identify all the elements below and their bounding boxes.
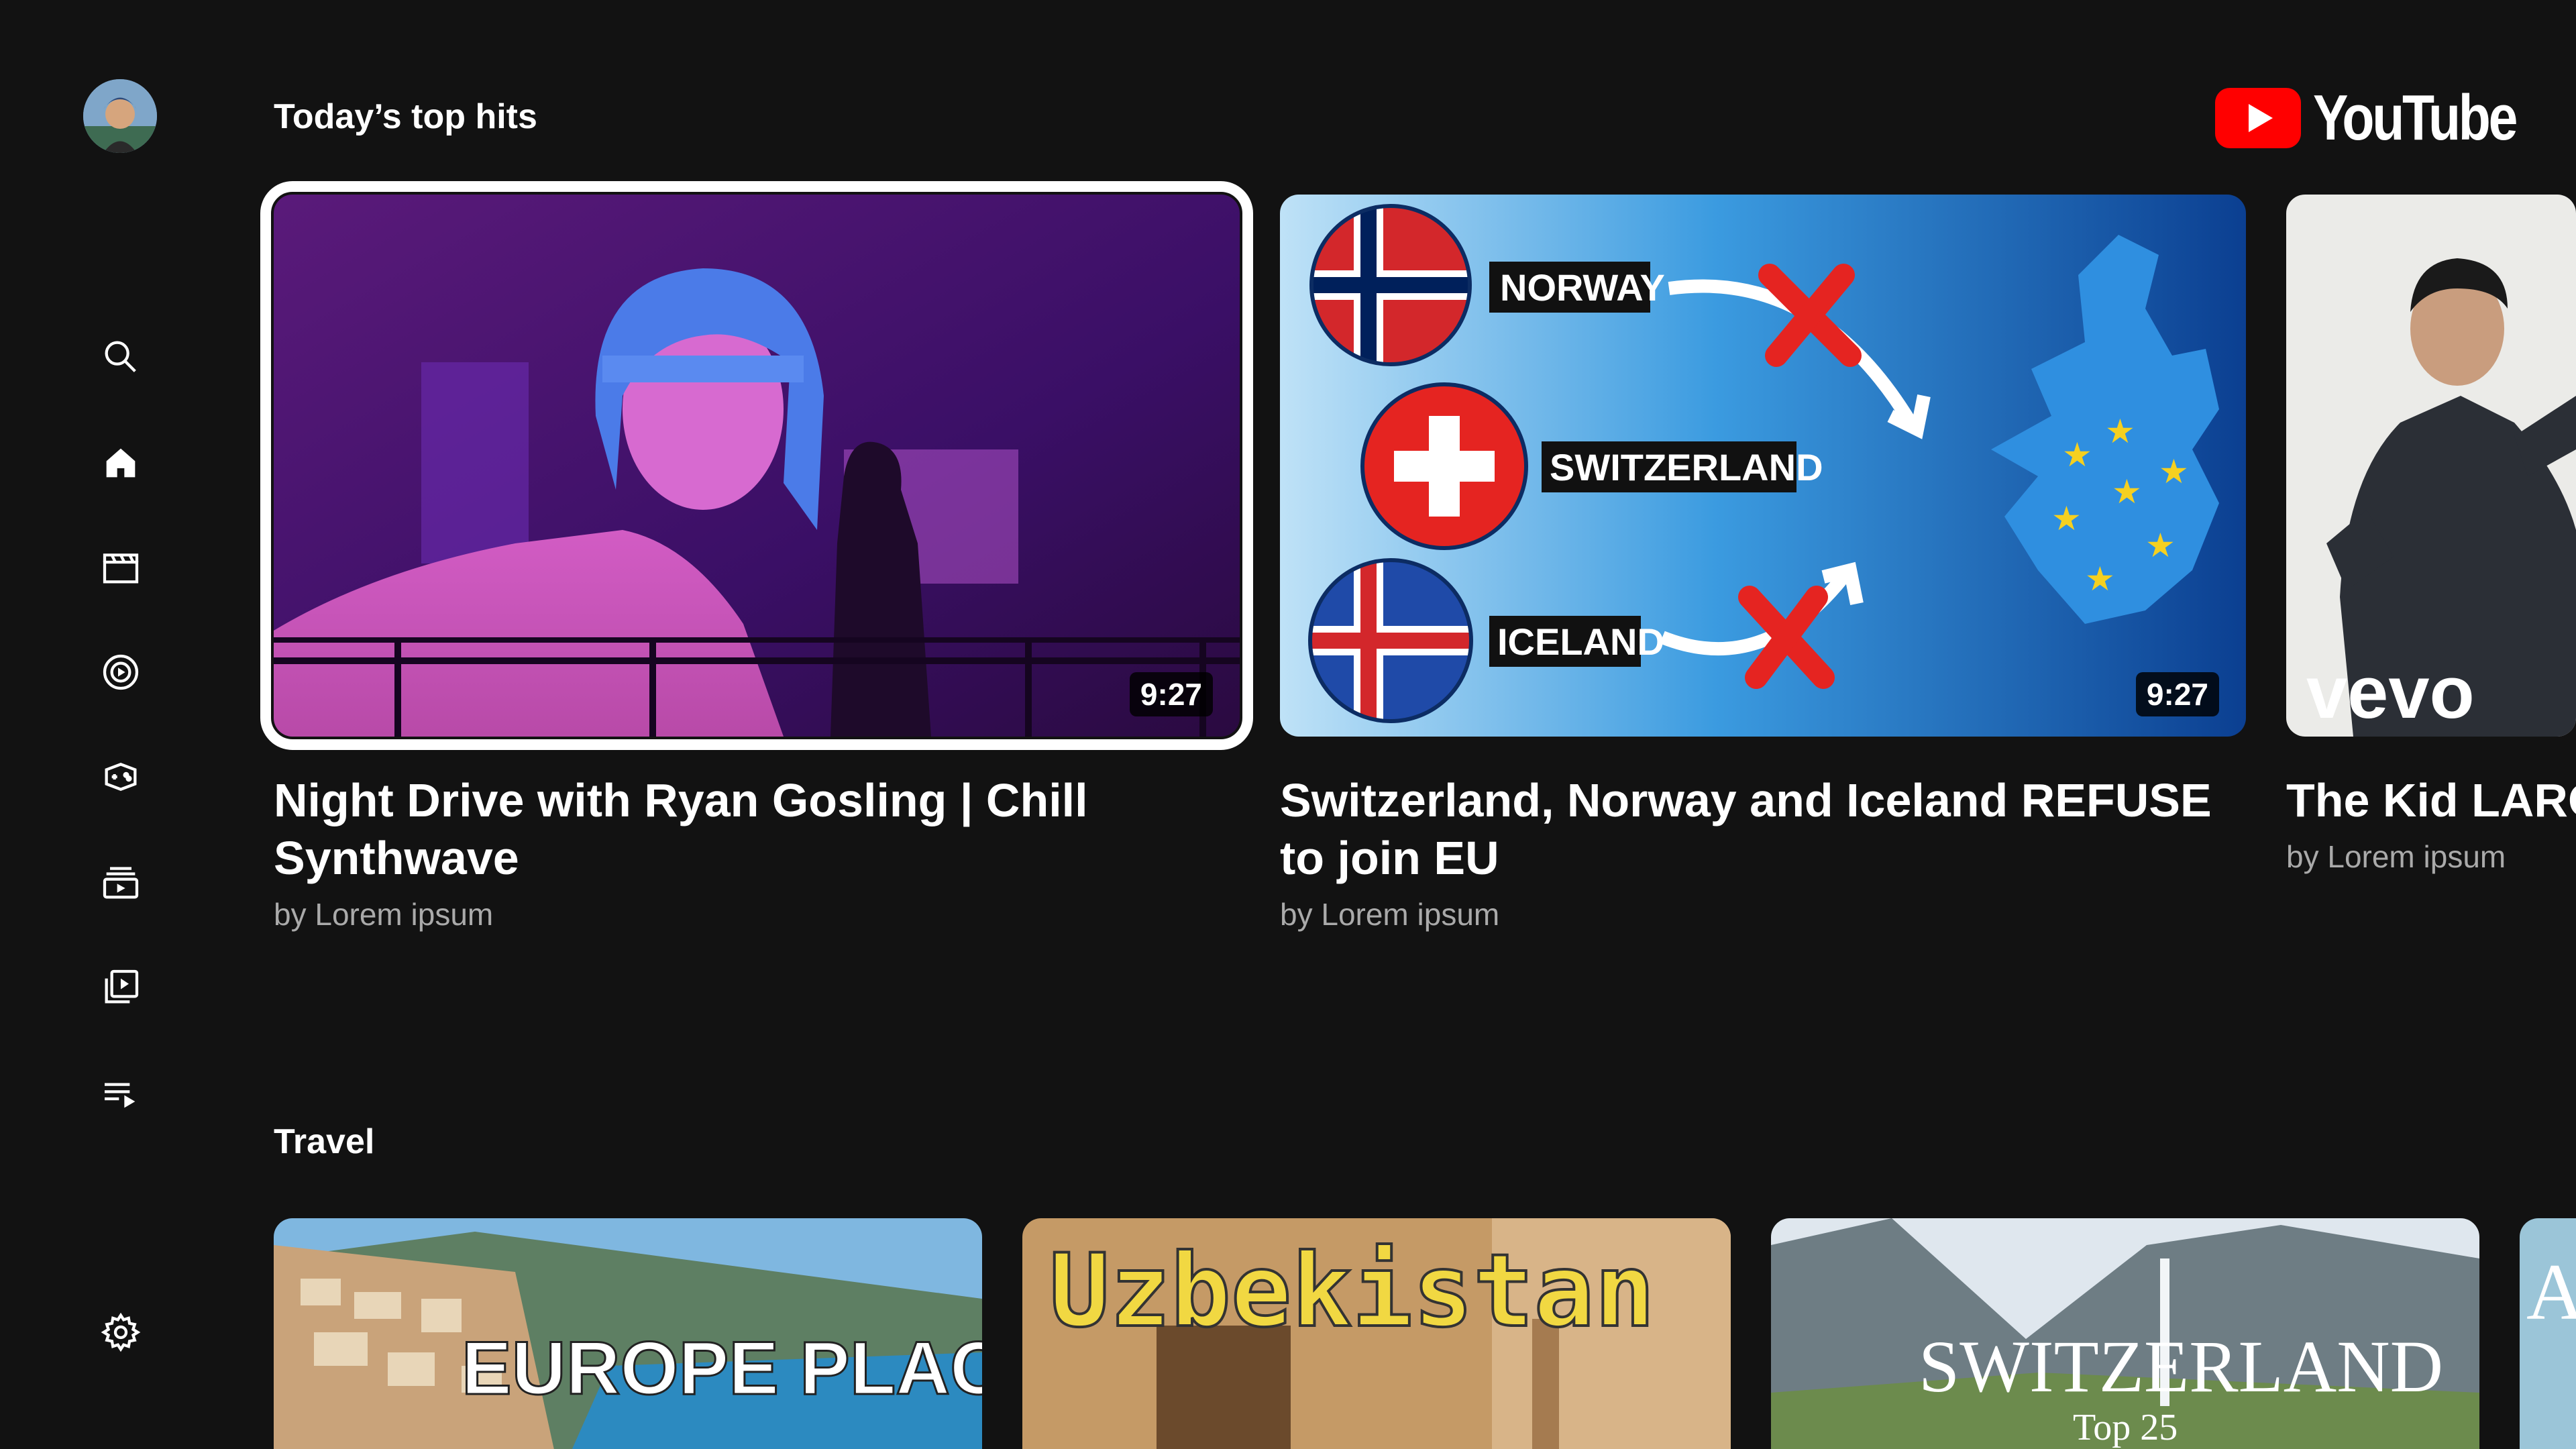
video-card[interactable]: vevo The Kid LAROI - TOO MUCH... by Lore… (2286, 195, 2576, 875)
video-thumbnail[interactable]: Uzbekistan (1022, 1218, 1731, 1449)
home-icon (106, 448, 136, 478)
svg-text:★: ★ (2051, 499, 2082, 538)
iceland-label: ICELAND (1497, 621, 1664, 663)
sidebar-item-library[interactable] (94, 961, 148, 1014)
channel-name: by Lorem ipsum (274, 897, 494, 932)
section-title-travel: Travel (274, 1122, 375, 1161)
gear-icon (101, 1312, 141, 1352)
svg-text:★: ★ (2062, 435, 2092, 474)
travel-thumbnail-art: A (2520, 1218, 2576, 1449)
video-thumbnail[interactable]: ★ ★ ★ ★ ★ ★ ★ NORWAY SWITZERLAND ICELAND… (1280, 195, 2246, 737)
uzbekistan-thumbnail-art: Uzbekistan (1022, 1218, 1731, 1449)
sidebar-item-search[interactable] (94, 330, 148, 384)
logo-text: YouTube (2313, 82, 2518, 154)
video-card[interactable]: ★ ★ ★ ★ ★ ★ ★ NORWAY SWITZERLAND ICELAND… (1280, 195, 2246, 932)
video-card[interactable]: 9:27 Night Drive with Ryan Gosling | Chi… (260, 181, 1253, 932)
music-disc-icon (103, 654, 139, 690)
video-title: Switzerland, Norway and Iceland REFUSE t… (1280, 774, 2212, 884)
switzerland-subtext: Top 25 (2073, 1407, 2178, 1448)
video-thumbnail[interactable]: vevo (2286, 195, 2576, 737)
switzerland-label: SWITZERLAND (1550, 446, 1823, 488)
library-icon (105, 969, 139, 1004)
channel-name: by Lorem ipsum (2286, 839, 2506, 874)
video-thumbnail[interactable]: EUROPE PLACES (274, 1218, 982, 1449)
sidebar-item-queue[interactable] (94, 1067, 148, 1120)
gamepad-icon (105, 763, 137, 791)
video-thumbnail[interactable]: 9:27 (260, 181, 1253, 750)
svg-text:★: ★ (2085, 559, 2115, 598)
duration-badge: 9:27 (1129, 672, 1213, 716)
avatar[interactable] (83, 79, 157, 153)
section-title-top-hits: Today’s top hits (274, 97, 537, 136)
sidebar-item-music[interactable] (94, 645, 148, 699)
subscriptions-icon (103, 867, 139, 899)
video-title: The Kid LAROI - TOO MUCH... (2286, 774, 2576, 826)
uzbekistan-text: Uzbekistan (1049, 1233, 1655, 1350)
video-thumbnail[interactable]: A (2520, 1218, 2576, 1449)
eu-map-thumbnail-art: ★ ★ ★ ★ ★ ★ ★ NORWAY SWITZERLAND ICELAND (1280, 195, 2246, 737)
video-title: Night Drive with Ryan Gosling | Chill Sy… (274, 774, 1088, 884)
video-thumbnail[interactable]: SWITZERLAND Top 25 (1771, 1218, 2479, 1449)
sidebar-item-home[interactable] (94, 436, 148, 490)
synthwave-thumbnail-art (274, 195, 1240, 737)
vevo-watermark: vevo (2306, 651, 2475, 734)
svg-text:★: ★ (2145, 526, 2176, 565)
sidebar-item-gaming[interactable] (94, 750, 148, 804)
queue-icon (105, 1083, 136, 1108)
youtube-logo: YouTube (2215, 82, 2560, 154)
norway-label: NORWAY (1500, 266, 1665, 309)
svg-text:★: ★ (2105, 412, 2135, 451)
sidebar (0, 0, 241, 1449)
youtube-tv-home: Today’s top hits YouTube 9:27 Night Driv… (0, 0, 2576, 1449)
sidebar-item-subscriptions[interactable] (94, 856, 148, 910)
sidebar-item-movies[interactable] (94, 541, 148, 594)
sidebar-item-settings[interactable] (94, 1305, 148, 1359)
switzerland-text: SWITZERLAND (1919, 1326, 2443, 1407)
channel-name: by Lorem ipsum (1280, 897, 1500, 932)
europe-places-text: EUROPE PLACES (462, 1326, 982, 1410)
svg-text:★: ★ (2159, 452, 2189, 491)
clapperboard-icon (103, 553, 139, 584)
svg-text:★: ★ (2112, 472, 2142, 511)
music-video-thumbnail-art: vevo (2286, 195, 2576, 737)
youtube-play-icon (2215, 88, 2301, 148)
partial-thumb-text: A (2526, 1247, 2576, 1336)
switzerland-thumbnail-art: SWITZERLAND Top 25 (1771, 1218, 2479, 1449)
duration-badge: 9:27 (2135, 672, 2219, 716)
search-icon (105, 341, 136, 372)
europe-places-thumbnail-art: EUROPE PLACES (274, 1218, 982, 1449)
